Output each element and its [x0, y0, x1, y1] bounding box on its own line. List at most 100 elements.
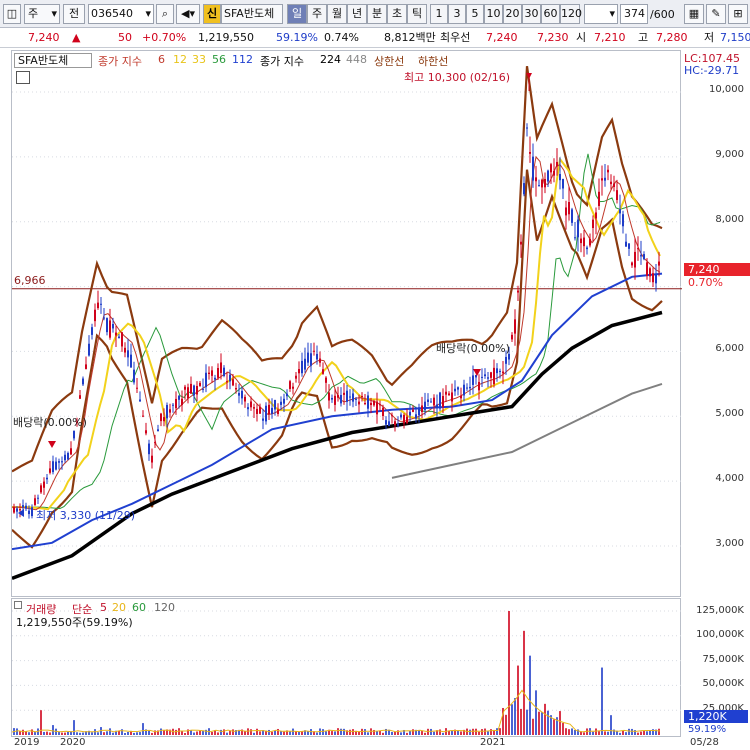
candle-body	[418, 407, 420, 416]
code-value: 036540	[91, 7, 133, 20]
volume-bar	[643, 730, 645, 735]
volume-bar	[646, 731, 648, 735]
volume-bar	[424, 732, 426, 735]
candle-body	[178, 395, 180, 400]
tab-tick[interactable]: 틱	[407, 4, 427, 24]
volume-bar	[64, 732, 66, 735]
candle-body	[517, 290, 519, 293]
annotation-dividend-2: 배당락(0.00%)	[436, 342, 510, 355]
ask-price: 7,230	[537, 31, 569, 44]
tab-second[interactable]: 초	[387, 4, 407, 24]
collapse-icon[interactable]	[14, 601, 22, 609]
candle-body	[448, 393, 450, 396]
volume-bar	[40, 710, 42, 735]
tools-icon[interactable]: ✎	[706, 4, 726, 24]
new-badge[interactable]: 신	[203, 4, 221, 24]
volume-bar	[592, 731, 594, 735]
price-change-pct: +0.70%	[142, 31, 187, 44]
price-change: 50	[118, 31, 132, 44]
volume-bar	[43, 731, 45, 735]
tab-week[interactable]: 주	[307, 4, 327, 24]
sound-icon[interactable]: ◀▾	[176, 4, 200, 24]
candle-body	[631, 262, 633, 266]
period-button[interactable]: 전	[63, 4, 85, 24]
window-menu-icon[interactable]: ◫	[3, 4, 21, 24]
volume-bar	[331, 731, 333, 735]
volume-bar	[46, 731, 48, 735]
volume-chart-panel[interactable]: 거래량 단순 5 20 60 120 1,219,550주(59.19%)	[11, 598, 682, 737]
vol-legend-ma120: 120	[154, 601, 175, 614]
volume-bar	[160, 728, 162, 735]
candle-body	[46, 477, 48, 480]
candle-body	[295, 375, 297, 379]
legend-stock-name[interactable]: SFA반도체	[14, 53, 92, 68]
grid-toggle-icon[interactable]	[16, 71, 30, 84]
candle-body	[268, 404, 270, 415]
candle-body	[397, 424, 399, 426]
candle-body	[208, 372, 210, 375]
candle-body	[151, 455, 153, 463]
candle-body	[430, 401, 432, 403]
x-tick-2019: 2019	[14, 737, 40, 748]
volume-bar	[532, 718, 534, 735]
interval-10[interactable]: 10	[484, 4, 503, 24]
volume-bar	[133, 732, 135, 735]
volume-bar	[382, 732, 384, 735]
volume-bar	[151, 732, 153, 735]
tab-day[interactable]: 일	[287, 4, 307, 24]
layout-icon[interactable]: ⊞	[728, 4, 748, 24]
search-icon[interactable]: ⌕	[156, 4, 174, 24]
tab-month[interactable]: 월	[327, 4, 347, 24]
candle-body	[373, 400, 375, 406]
band-upper-line	[12, 66, 663, 473]
volume-bar	[490, 729, 492, 735]
candle-body	[361, 395, 363, 397]
volume-bar	[199, 730, 201, 735]
tab-minute[interactable]: 분	[367, 4, 387, 24]
candle-body	[628, 243, 630, 249]
quote-bar: 7,240 ▲ 50 +0.70% 1,219,550 59.19% 0.74%…	[0, 28, 750, 48]
candle-body	[259, 406, 261, 414]
count-total: /600	[650, 8, 675, 21]
candle-body	[520, 241, 522, 245]
grid-icon[interactable]: ▦	[684, 4, 704, 24]
code-input[interactable]: 036540 ▾	[88, 4, 154, 24]
candle-body	[64, 454, 66, 461]
interval-3[interactable]: 3	[448, 4, 466, 24]
volume-bar	[256, 728, 258, 735]
interval-1[interactable]: 1	[430, 4, 448, 24]
tab-year[interactable]: 년	[347, 4, 367, 24]
candle-body	[148, 443, 150, 455]
right-axis: LC:107.45 HC:-29.71 10,000 9,000 8,000 7…	[682, 50, 750, 750]
count-input[interactable]: 374	[620, 4, 648, 24]
candle-body	[589, 238, 591, 246]
volume-bar	[136, 732, 138, 735]
volume-bar	[367, 732, 369, 735]
volume-bar	[340, 728, 342, 735]
market-select[interactable]: 주 ▾	[24, 4, 60, 24]
interval-30[interactable]: 30	[522, 4, 541, 24]
candle-body	[613, 183, 615, 188]
interval-custom-input[interactable]: ▾	[584, 4, 618, 24]
candle-body	[604, 177, 606, 181]
interval-5[interactable]: 5	[466, 4, 484, 24]
price-chart-panel[interactable]: SFA반도체 종가 지수 6 12 33 56 112 종가 지수 224 44…	[11, 50, 682, 597]
interval-20[interactable]: 20	[503, 4, 522, 24]
interval-120[interactable]: 120	[560, 4, 582, 24]
volume-bar	[469, 729, 471, 735]
volume-bar	[394, 731, 396, 735]
candle-body	[451, 392, 453, 402]
candle-body	[334, 395, 336, 405]
candle-body	[403, 414, 405, 424]
candle-body	[133, 369, 135, 383]
candle-body	[487, 377, 489, 379]
volume-bar	[631, 728, 633, 735]
candle-body	[283, 398, 285, 404]
stock-name: SFA반도체	[221, 4, 283, 24]
candle-body	[502, 371, 504, 374]
candle-body	[277, 409, 279, 414]
volume-bar	[67, 731, 69, 735]
open-price: 7,210	[594, 31, 626, 44]
interval-60[interactable]: 60	[541, 4, 560, 24]
candle-body	[211, 370, 213, 376]
